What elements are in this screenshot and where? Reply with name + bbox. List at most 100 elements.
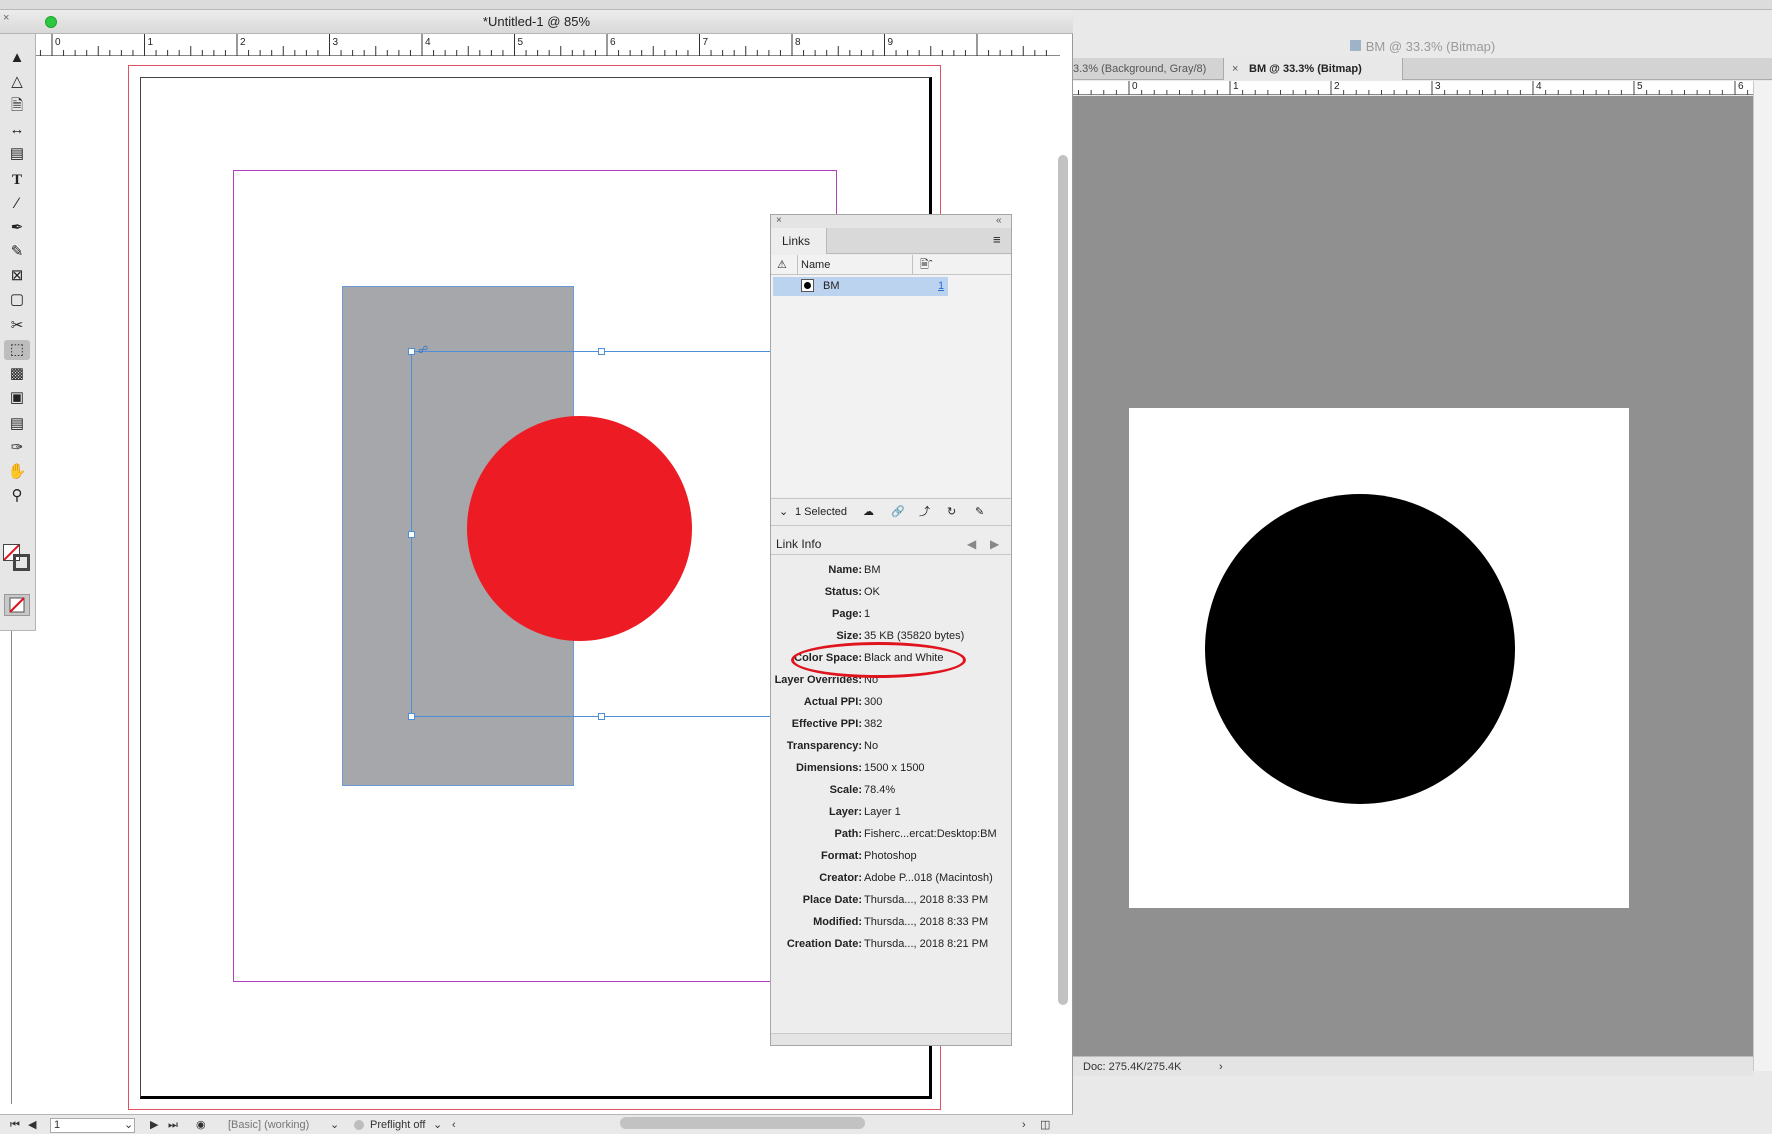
content-collector-tool-icon[interactable]: ▤: [4, 144, 30, 164]
type-tool-icon[interactable]: T: [4, 170, 30, 190]
link-info-key: Format:: [821, 850, 862, 862]
update-link-icon[interactable]: ↻: [947, 499, 956, 525]
frame-handle-t[interactable]: [598, 348, 605, 355]
scroll-right-icon[interactable]: ›: [1022, 1115, 1026, 1134]
link-info-row: Transparency: No: [771, 735, 1011, 757]
previous-page-icon[interactable]: ◀: [28, 1115, 36, 1134]
rectangle-frame-tool-icon[interactable]: ⊠: [4, 266, 30, 286]
tab-links[interactable]: Links: [771, 228, 827, 254]
open-document-icon[interactable]: ◉: [196, 1115, 206, 1134]
frame-handle-l[interactable]: [408, 531, 415, 538]
stroke-swatch-icon[interactable]: [13, 554, 30, 571]
vertical-scrollbar[interactable]: [1058, 155, 1068, 1005]
link-info-row: Dimensions: 1500 x 1500: [771, 757, 1011, 779]
ps-file-icon: [1349, 40, 1361, 51]
preflight-status-dot-icon: [354, 1120, 364, 1130]
doc-size-status[interactable]: Doc: 275.4K/275.4K: [1083, 1057, 1181, 1077]
next-link-icon[interactable]: ▶: [990, 533, 999, 555]
link-info-key: Place Date:: [802, 894, 862, 906]
expand-chevron-icon[interactable]: ⌄: [779, 499, 788, 525]
placed-image-frame[interactable]: [408, 348, 791, 720]
indesign-title-bar[interactable]: *Untitled-1 @ 85%: [0, 10, 1073, 34]
link-info-key: Modified:: [813, 916, 862, 928]
link-info-key: Name:: [828, 564, 862, 576]
panel-resize-grip[interactable]: [771, 1033, 1011, 1045]
cloud-icon[interactable]: ☁: [863, 499, 874, 525]
previous-link-icon[interactable]: ◀: [967, 533, 976, 555]
link-page-number[interactable]: 1: [938, 280, 944, 292]
page-column-icon[interactable]: 🗎ˆ: [912, 255, 933, 275]
free-transform-tool-icon[interactable]: ⬚: [4, 340, 30, 360]
gradient-swatch-tool-icon[interactable]: ▩: [4, 364, 30, 384]
page-number-field[interactable]: 1: [50, 1118, 135, 1133]
last-page-icon[interactable]: ⏭: [168, 1115, 178, 1134]
link-info-key: Dimensions:: [795, 762, 862, 774]
ps-tab-background[interactable]: 3.3% (Background, Gray/8): [1073, 58, 1223, 80]
links-list[interactable]: [771, 275, 1011, 497]
close-icon[interactable]: ×: [3, 12, 9, 24]
frame-handle-tl[interactable]: [408, 348, 415, 355]
horizontal-scrollbar[interactable]: [620, 1117, 865, 1129]
ps-tab-bitmap[interactable]: × BM @ 33.3% (Bitmap): [1223, 58, 1403, 80]
preflight-status[interactable]: Preflight off: [370, 1115, 425, 1134]
profile-chevron-icon[interactable]: ⌄: [330, 1115, 339, 1134]
gap-tool-icon[interactable]: ↔: [4, 120, 30, 140]
scroll-left-icon[interactable]: ‹: [452, 1115, 456, 1134]
status-menu-arrow-icon[interactable]: ›: [1219, 1057, 1223, 1077]
ps-tab1-label: 3.3% (Background, Gray/8): [1073, 63, 1207, 75]
name-column-header[interactable]: Name: [797, 255, 830, 275]
preflight-chevron-icon[interactable]: ⌄: [433, 1115, 442, 1134]
panel-title-strip[interactable]: × «: [771, 215, 1011, 228]
frame-handle-bl[interactable]: [408, 713, 415, 720]
link-info-value: Thursda..., 2018 8:33 PM: [864, 916, 989, 928]
link-info-header[interactable]: Link Info ◀ ▶: [771, 533, 1011, 555]
hruler-label: 7: [702, 37, 709, 48]
link-row[interactable]: BM 1: [773, 277, 948, 296]
relink-icon[interactable]: 🔗: [891, 499, 905, 525]
eyedropper-tool-icon[interactable]: ✑: [4, 438, 30, 458]
link-info-value: OK: [864, 586, 880, 598]
ps-horizontal-ruler[interactable]: 0 1 2 3 4 5 6: [1073, 81, 1753, 95]
hand-tool-icon[interactable]: ✋: [4, 462, 30, 482]
first-page-icon[interactable]: ⏮: [10, 1115, 20, 1134]
ps-ruler-label: 2: [1334, 81, 1340, 92]
zoom-tool-icon[interactable]: ⚲: [4, 486, 30, 506]
link-info-row: Actual PPI: 300: [771, 691, 1011, 713]
note-tool-icon[interactable]: ▤: [4, 414, 30, 434]
pen-tool-icon[interactable]: ✒: [4, 218, 30, 238]
page-tool-icon[interactable]: 🗎: [4, 96, 30, 116]
link-info-value: Thursda..., 2018 8:21 PM: [864, 938, 989, 950]
ps-bitmap-canvas[interactable]: [1129, 408, 1629, 908]
zoom-window-icon[interactable]: [45, 16, 57, 28]
panel-menu-icon[interactable]: ≡: [993, 232, 1001, 247]
tab-close-icon[interactable]: ×: [1232, 58, 1238, 80]
scissors-tool-icon[interactable]: ✂: [4, 316, 30, 336]
link-thumbnail-icon: [801, 279, 814, 292]
ps-tab2-label: BM @ 33.3% (Bitmap): [1249, 63, 1362, 75]
link-badge-icon[interactable]: ☍: [418, 346, 434, 356]
preflight-profile[interactable]: [Basic] (working): [228, 1115, 309, 1134]
warning-icon[interactable]: ⚠: [777, 255, 787, 275]
direct-selection-tool-icon[interactable]: △: [4, 72, 30, 92]
next-page-icon[interactable]: ▶: [150, 1115, 158, 1134]
pencil-tool-icon[interactable]: ✎: [4, 242, 30, 262]
link-info-row: Effective PPI: 382: [771, 713, 1011, 735]
ps-vertical-scrollbar[interactable]: [1753, 81, 1772, 1071]
horizontal-ruler[interactable]: 10123456789: [36, 34, 1060, 56]
frame-handle-b[interactable]: [598, 713, 605, 720]
rectangle-tool-icon[interactable]: ▢: [4, 290, 30, 310]
gradient-feather-tool-icon[interactable]: ▣: [4, 388, 30, 408]
split-window-icon[interactable]: ◫: [1040, 1115, 1050, 1134]
apply-none-icon[interactable]: [4, 594, 30, 616]
line-tool-icon[interactable]: ∕: [4, 194, 30, 214]
ps-title-bar[interactable]: BM @ 33.3% (Bitmap): [1073, 35, 1772, 58]
edit-original-icon[interactable]: ✎: [975, 499, 984, 525]
page-menu-chevron-icon[interactable]: ⌄: [124, 1115, 133, 1134]
ps-ruler-label: 6: [1738, 81, 1744, 92]
go-to-link-icon[interactable]: ⤴: [919, 499, 930, 525]
link-info-key: Status:: [824, 586, 862, 598]
ps-ruler-label: 1: [1233, 81, 1239, 92]
panel-collapse-icon[interactable]: «: [996, 215, 1002, 226]
selection-tool-icon[interactable]: ▲: [4, 48, 30, 68]
panel-close-icon[interactable]: ×: [776, 215, 782, 226]
